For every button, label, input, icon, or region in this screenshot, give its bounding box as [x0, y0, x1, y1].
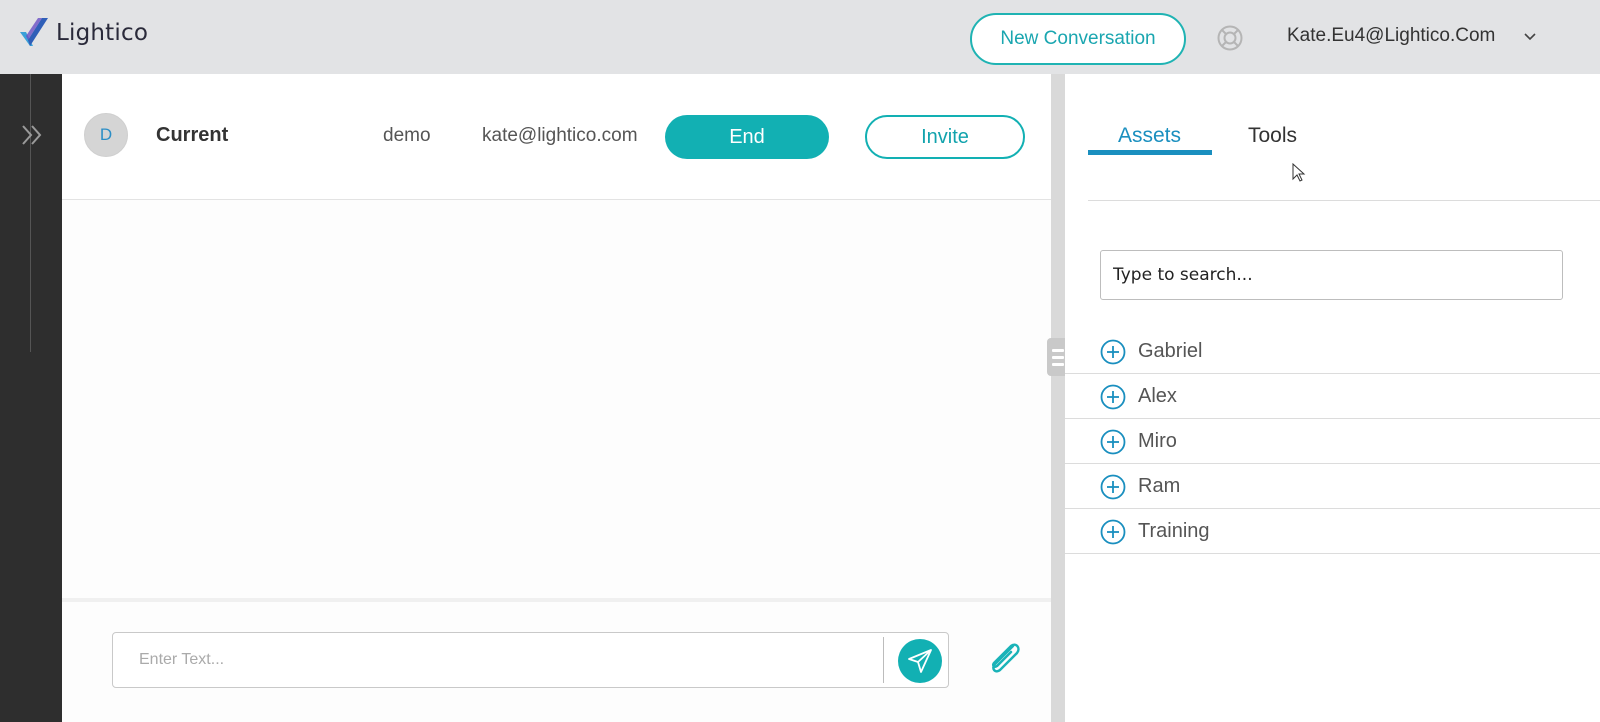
asset-item-alex[interactable]: Alex — [1065, 374, 1600, 419]
tab-assets[interactable]: Assets — [1118, 124, 1181, 148]
message-area — [62, 200, 1051, 599]
asset-label: Gabriel — [1138, 340, 1203, 362]
asset-label: Training — [1138, 520, 1210, 542]
send-icon — [908, 649, 932, 673]
message-composer — [112, 632, 949, 688]
invite-button[interactable]: Invite — [865, 115, 1025, 159]
send-button[interactable] — [898, 639, 942, 683]
top-bar: Lightico New Conversation Kate.Eu4@Light… — [0, 0, 1600, 74]
panel-splitter[interactable] — [1051, 74, 1065, 722]
plus-circle-icon — [1100, 339, 1126, 365]
conversation-header: D Current demo kate@lightico.com End Inv… — [62, 74, 1051, 200]
logo-text: Lightico — [56, 20, 149, 46]
plus-circle-icon — [1100, 519, 1126, 545]
active-tab-indicator — [1088, 150, 1212, 155]
plus-circle-icon — [1100, 474, 1126, 500]
lifebuoy-help-icon[interactable] — [1217, 25, 1243, 51]
conversation-tag: demo — [383, 125, 431, 146]
chevron-down-icon — [1524, 33, 1536, 41]
user-email: Kate.Eu4@Lightico.Com — [1287, 25, 1496, 46]
asset-list: Gabriel Alex Miro Ram Training — [1065, 329, 1600, 554]
expand-sidebar-icon[interactable] — [20, 124, 44, 146]
asset-label: Alex — [1138, 385, 1177, 407]
asset-item-gabriel[interactable]: Gabriel — [1065, 329, 1600, 374]
paperclip-attach-icon[interactable] — [983, 636, 1023, 680]
conversation-name: Current — [156, 124, 229, 146]
composer-bar — [62, 598, 1051, 722]
plus-circle-icon — [1100, 429, 1126, 455]
end-button[interactable]: End — [665, 115, 829, 159]
user-menu[interactable]: Kate.Eu4@Lightico.Com — [1287, 25, 1537, 47]
tabs-divider — [1088, 200, 1600, 201]
asset-item-miro[interactable]: Miro — [1065, 419, 1600, 464]
plus-circle-icon — [1100, 384, 1126, 410]
avatar: D — [84, 113, 128, 157]
lightico-logo-mark-icon — [20, 18, 48, 46]
asset-item-training[interactable]: Training — [1065, 509, 1600, 554]
rail-divider — [30, 74, 31, 352]
new-conversation-button[interactable]: New Conversation — [970, 13, 1186, 65]
message-input[interactable] — [113, 633, 879, 687]
assets-panel: Assets Tools Gabriel Alex — [1065, 74, 1600, 722]
asset-item-ram[interactable]: Ram — [1065, 464, 1600, 509]
lightico-logo[interactable]: Lightico — [18, 16, 148, 50]
conversation-panel: D Current demo kate@lightico.com End Inv… — [62, 74, 1051, 722]
asset-search — [1100, 250, 1563, 300]
asset-label: Miro — [1138, 430, 1177, 452]
tab-tools[interactable]: Tools — [1248, 124, 1297, 148]
conversation-email: kate@lightico.com — [482, 125, 638, 146]
asset-search-input[interactable] — [1101, 251, 1562, 299]
left-rail — [0, 74, 62, 722]
mouse-pointer-icon — [1292, 163, 1306, 182]
asset-label: Ram — [1138, 475, 1181, 497]
composer-divider — [883, 637, 884, 683]
